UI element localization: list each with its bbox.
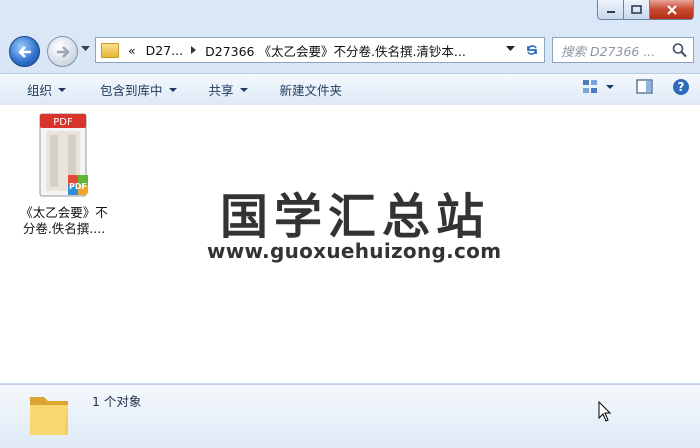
navigation-bar: « D27... D27366 《太乙会要》不分卷.佚名撰.清钞本... 搜索 … xyxy=(0,31,700,71)
chevron-down-icon xyxy=(168,87,177,92)
view-controls: ? xyxy=(582,78,690,96)
pdf-badge-label: PDF xyxy=(69,182,87,191)
search-input[interactable]: 搜索 D27366 ... xyxy=(552,37,694,63)
address-dropdown-icon[interactable] xyxy=(506,46,515,52)
maximize-button[interactable] xyxy=(624,0,650,20)
new-folder-label: 新建文件夹 xyxy=(279,83,343,98)
folder-icon xyxy=(101,42,119,58)
minimize-icon xyxy=(606,10,615,13)
file-item[interactable]: PDF PDF 《太乙会要》不分卷.佚名撰.... xyxy=(16,113,112,237)
watermark-title: 国学汇总站 xyxy=(220,189,491,245)
preview-pane-icon[interactable] xyxy=(636,79,654,95)
maximize-icon xyxy=(631,5,642,14)
close-button[interactable] xyxy=(650,0,694,20)
mouse-cursor-icon xyxy=(598,401,612,422)
file-list-area[interactable]: PDF PDF 《太乙会要》不分卷.佚名撰.... 国学汇总站 www.guox… xyxy=(0,105,700,383)
pdf-file-icon: PDF PDF xyxy=(38,113,90,197)
watermark-url: www.guoxuehuizong.com xyxy=(207,239,502,263)
breadcrumb-arrow-icon[interactable] xyxy=(191,46,197,54)
close-icon xyxy=(666,4,677,15)
search-icon xyxy=(672,43,687,58)
file-name: 《太乙会要》不分卷.佚名撰.... xyxy=(20,205,108,236)
chevron-down-icon xyxy=(606,85,614,89)
organize-menu[interactable]: 组织 xyxy=(15,80,78,99)
explorer-window: « D27... D27366 《太乙会要》不分卷.佚名撰.清钞本... 搜索 … xyxy=(0,0,700,448)
command-bar: 组织 包含到库中 共享 新建文件夹 ? xyxy=(0,73,700,106)
refresh-icon xyxy=(527,45,537,55)
svg-text:?: ? xyxy=(678,80,685,94)
search-placeholder: 搜索 D27366 ... xyxy=(561,43,656,59)
share-menu[interactable]: 共享 xyxy=(197,80,260,99)
back-arrow-icon xyxy=(17,45,31,58)
organize-label: 组织 xyxy=(27,83,53,98)
caption-buttons xyxy=(597,0,694,20)
refresh-button[interactable] xyxy=(520,37,545,63)
address-overflow[interactable]: « xyxy=(128,43,136,58)
share-label: 共享 xyxy=(208,83,234,98)
details-pane: 1 个对象 xyxy=(0,384,700,448)
change-view-button[interactable] xyxy=(582,79,614,95)
address-segment-current[interactable]: D27366 《太乙会要》不分卷.佚名撰.清钞本... xyxy=(205,41,466,60)
pdf-header-label: PDF xyxy=(53,117,73,128)
chevron-down-icon xyxy=(239,87,248,92)
address-segment-parent[interactable]: D27... xyxy=(146,43,183,58)
new-folder-button[interactable]: 新建文件夹 xyxy=(268,80,355,99)
item-count: 1 个对象 xyxy=(92,394,142,409)
minimize-button[interactable] xyxy=(597,0,624,20)
chevron-down-icon xyxy=(58,87,67,92)
forward-button[interactable] xyxy=(47,36,78,67)
view-options-icon xyxy=(583,80,597,93)
include-in-library-menu[interactable]: 包含到库中 xyxy=(88,80,189,99)
folder-icon xyxy=(30,397,68,435)
help-icon[interactable]: ? xyxy=(672,78,690,96)
include-in-library-label: 包含到库中 xyxy=(100,83,163,98)
address-bar[interactable]: « D27... D27366 《太乙会要》不分卷.佚名撰.清钞本... xyxy=(95,37,522,63)
forward-arrow-icon xyxy=(56,45,70,58)
recent-pages-dropdown-icon[interactable] xyxy=(81,46,90,52)
pdf-thumbnail-icon: PDF PDF xyxy=(39,113,88,197)
back-button[interactable] xyxy=(9,36,40,67)
